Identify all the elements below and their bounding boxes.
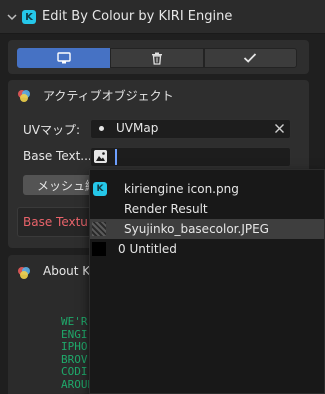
base-texture-field[interactable] bbox=[90, 147, 291, 167]
uv-dot-icon bbox=[99, 126, 104, 131]
chevron-down-icon[interactable] bbox=[6, 11, 18, 23]
uv-map-value: UVMap bbox=[116, 121, 159, 135]
mesh-edit-label: メッシュ編 bbox=[37, 179, 98, 193]
menu-item-label: Render Result bbox=[124, 202, 208, 216]
delete-button[interactable] bbox=[110, 48, 204, 68]
menu-item-label: kiriengine icon.png bbox=[124, 182, 239, 196]
image-icon bbox=[94, 150, 107, 163]
monitor-icon bbox=[56, 52, 71, 64]
trash-icon bbox=[151, 52, 162, 65]
kiri-logo-icon: K bbox=[22, 10, 36, 24]
close-icon[interactable] bbox=[274, 123, 285, 134]
color-wheel-icon bbox=[18, 90, 30, 102]
text-cursor bbox=[115, 149, 117, 165]
addon-title: Edit By Colour by KIRI Engine bbox=[42, 9, 233, 24]
kiri-logo-icon: K bbox=[93, 182, 107, 196]
monitor-button[interactable] bbox=[17, 48, 111, 68]
texture-thumbnail-icon bbox=[92, 222, 106, 236]
uv-map-label: UVマップ: bbox=[23, 123, 81, 137]
color-wheel-icon bbox=[18, 267, 30, 279]
checkmark-icon bbox=[244, 53, 257, 63]
confirm-button[interactable] bbox=[203, 48, 297, 68]
menu-item-label: Syujinko_basecolor.JPEG bbox=[124, 222, 269, 236]
base-texture-label: Base Text... bbox=[23, 149, 92, 163]
active-object-title: アクティブオブジェクト bbox=[43, 89, 174, 103]
menu-item-label: 0 Untitled bbox=[118, 242, 177, 256]
black-thumbnail-icon bbox=[92, 242, 106, 256]
about-title: About KI bbox=[43, 264, 94, 278]
toolbar bbox=[17, 48, 297, 68]
